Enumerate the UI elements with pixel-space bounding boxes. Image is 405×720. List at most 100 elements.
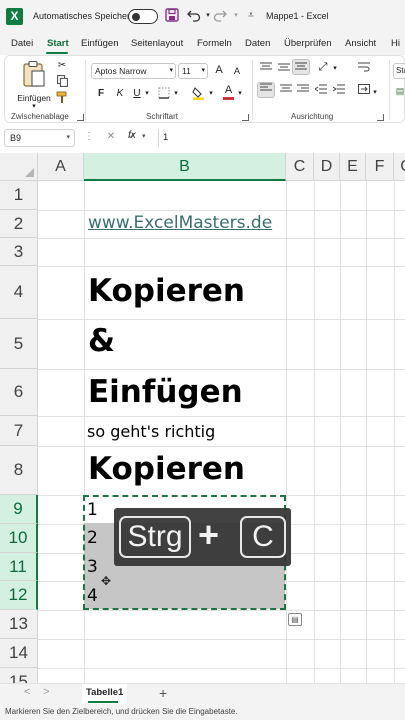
- customize-icon[interactable]: ⩡: [243, 8, 259, 24]
- accounting-format-icon[interactable]: ▤: [393, 84, 405, 98]
- alignment-launcher-icon[interactable]: [377, 114, 384, 121]
- cross-cursor-icon: ✥: [101, 574, 112, 588]
- sheet-next-icon[interactable]: >: [43, 686, 49, 698]
- orientation-dropdown-icon[interactable]: ▾: [331, 62, 339, 76]
- row-header-11[interactable]: 11: [0, 553, 38, 581]
- gridline: [340, 181, 341, 683]
- gridline: [38, 639, 405, 640]
- row-header-9[interactable]: 9: [0, 495, 38, 524]
- row-header-2[interactable]: 2: [0, 210, 38, 238]
- row-header-7[interactable]: 7: [0, 416, 38, 446]
- clipboard-launcher-icon[interactable]: [77, 114, 84, 121]
- add-sheet-button[interactable]: +: [159, 685, 167, 701]
- divider: [252, 60, 253, 120]
- align-center-icon[interactable]: [279, 84, 292, 99]
- paste-button[interactable]: Einfügen ▾: [15, 60, 53, 111]
- column-header-g[interactable]: G: [394, 153, 405, 181]
- tab-hilfe[interactable]: Hi: [391, 38, 400, 49]
- grow-font-button[interactable]: A: [213, 63, 225, 77]
- formula-input[interactable]: 1: [158, 129, 405, 147]
- borders-icon[interactable]: [157, 87, 171, 104]
- align-right-icon[interactable]: [296, 84, 309, 99]
- font-size-select[interactable]: 11 ▾: [178, 63, 208, 79]
- column-header-b[interactable]: B: [84, 153, 286, 181]
- shrink-font-button[interactable]: A: [231, 64, 243, 78]
- divider: [85, 60, 86, 120]
- redo-dropdown-icon[interactable]: ▾: [228, 8, 244, 24]
- row-header-12[interactable]: 12: [0, 581, 38, 610]
- font-color-icon[interactable]: A: [222, 85, 235, 100]
- cell-b2-link[interactable]: www.ExcelMasters.de: [88, 213, 272, 233]
- name-box[interactable]: B9 ▾: [4, 129, 75, 147]
- gridline: [38, 610, 405, 611]
- autosave-label: Automatisches Speichern: [33, 11, 136, 21]
- align-bottom-icon[interactable]: [292, 59, 310, 75]
- column-header-d[interactable]: D: [314, 153, 340, 181]
- redo-icon[interactable]: [212, 8, 228, 24]
- italic-button[interactable]: K: [114, 87, 126, 101]
- gridline: [38, 416, 405, 417]
- alignment-group-label: Ausrichtung: [291, 112, 334, 121]
- copy-icon[interactable]: [55, 75, 69, 92]
- gridline: [38, 369, 405, 370]
- sheet-prev-icon[interactable]: <: [24, 686, 30, 698]
- save-icon[interactable]: [164, 8, 180, 24]
- underline-button[interactable]: U: [131, 87, 143, 101]
- underline-dropdown-icon[interactable]: ▾: [143, 87, 151, 101]
- align-top-icon[interactable]: [259, 62, 272, 77]
- row-header-8[interactable]: 8: [0, 446, 38, 495]
- insert-function-button[interactable]: fx: [128, 130, 136, 141]
- row-header-5[interactable]: 5: [0, 319, 38, 369]
- fill-color-icon[interactable]: [191, 86, 205, 105]
- row-header-3[interactable]: 3: [0, 238, 38, 266]
- decrease-indent-icon[interactable]: [313, 84, 327, 99]
- column-header-e[interactable]: E: [340, 153, 366, 181]
- row-header-15[interactable]: 15: [0, 668, 38, 683]
- column-header-c[interactable]: C: [286, 153, 314, 181]
- tab-ueberpruefen[interactable]: Überprüfen: [284, 38, 332, 49]
- font-launcher-icon[interactable]: [242, 114, 249, 121]
- window-title: Mappe1 - Excel: [266, 11, 329, 21]
- increase-indent-icon[interactable]: [332, 84, 345, 99]
- fx-dropdown-icon[interactable]: ▾: [142, 132, 146, 140]
- merge-dropdown-icon[interactable]: ▾: [371, 86, 379, 100]
- align-left-icon[interactable]: [257, 82, 275, 98]
- orientation-icon[interactable]: ⤢: [316, 60, 330, 74]
- number-format-select[interactable]: Sta: [393, 63, 405, 79]
- row-header-13[interactable]: 13: [0, 610, 38, 639]
- fill-color-dropdown-icon[interactable]: ▾: [207, 87, 215, 101]
- column-header-f[interactable]: F: [366, 153, 394, 181]
- align-middle-icon[interactable]: [277, 62, 290, 77]
- worksheet-grid[interactable]: A B C D E F G 1 2 3 4 5 6 7 8 9 10 11 12…: [0, 153, 405, 683]
- wrap-text-icon[interactable]: [357, 62, 371, 77]
- borders-dropdown-icon[interactable]: ▾: [172, 87, 180, 101]
- font-name-select[interactable]: Aptos Narrow ▾: [91, 63, 176, 79]
- format-painter-icon[interactable]: [55, 91, 69, 109]
- cut-icon[interactable]: ✂: [55, 59, 69, 73]
- tab-einfuegen[interactable]: Einfügen: [81, 38, 119, 49]
- active-sheet-indicator: [88, 701, 118, 703]
- tab-formeln[interactable]: Formeln: [197, 38, 232, 49]
- bold-button[interactable]: F: [95, 87, 107, 101]
- row-header-6[interactable]: 6: [0, 369, 38, 416]
- column-header-a[interactable]: A: [38, 153, 84, 181]
- cell-b8: Kopieren: [88, 451, 245, 487]
- font-color-dropdown-icon[interactable]: ▾: [236, 87, 244, 101]
- row-header-1[interactable]: 1: [0, 181, 38, 210]
- gridline: [38, 210, 405, 211]
- row-header-4[interactable]: 4: [0, 266, 38, 319]
- paste-options-icon[interactable]: ▤: [288, 613, 302, 626]
- merge-icon[interactable]: [357, 84, 371, 99]
- row-header-10[interactable]: 10: [0, 524, 38, 553]
- gridline: [314, 181, 315, 683]
- tab-daten[interactable]: Daten: [245, 38, 270, 49]
- row-header-14[interactable]: 14: [0, 639, 38, 668]
- tab-ansicht[interactable]: Ansicht: [345, 38, 376, 49]
- select-all-button[interactable]: [0, 153, 38, 181]
- key-strg: Strg: [119, 516, 191, 558]
- autosave-toggle[interactable]: [128, 9, 158, 24]
- paste-dropdown-icon[interactable]: ▾: [15, 103, 53, 111]
- tab-start[interactable]: Start: [47, 38, 69, 49]
- tab-seitenlayout[interactable]: Seitenlayout: [131, 38, 183, 49]
- tab-datei[interactable]: Datei: [11, 38, 33, 49]
